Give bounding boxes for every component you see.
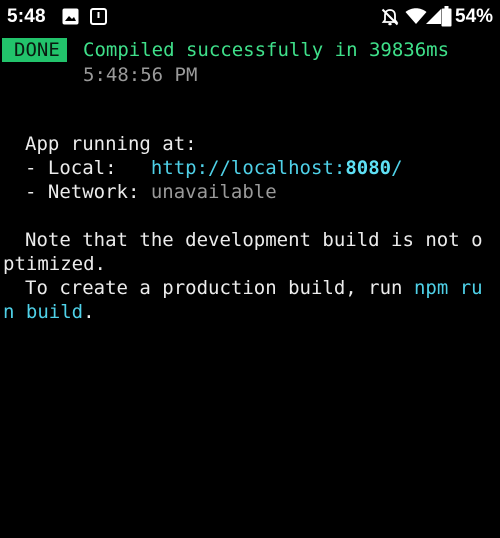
npm-run-build-command-cont: n build [3, 301, 84, 323]
notification-icon [90, 8, 107, 25]
network-address-row: - Network: unavailable [25, 180, 277, 204]
battery-percent: 54% [455, 6, 494, 27]
note-line-2: ptimized. [3, 253, 106, 275]
production-hint-line-1: To create a production build, run npm ru [25, 277, 483, 299]
terminal-output[interactable]: DONE Compiled successfully in 39836ms 5:… [0, 34, 500, 331]
done-badge: DONE [2, 38, 67, 62]
local-url[interactable]: http://localhost:8080/ [151, 157, 403, 179]
production-hint-line-2: n build. [3, 301, 95, 323]
network-value: unavailable [150, 181, 277, 203]
npm-run-build-command: npm ru [413, 277, 483, 299]
local-label: - Local: [25, 157, 151, 179]
app-running-heading: App running at: [25, 133, 197, 155]
battery-icon [441, 6, 452, 27]
wifi-icon [405, 8, 427, 24]
image-notification-icon [62, 8, 79, 25]
network-label: - Network: [25, 181, 151, 203]
compiled-message: Compiled successfully in 39836ms [83, 39, 450, 61]
mute-icon [381, 8, 399, 26]
local-port: 8080 [345, 157, 392, 179]
cell-signal-icon [426, 9, 441, 24]
compiled-time: 5:48:56 PM [83, 64, 198, 86]
note-line-1: Note that the development build is not o [25, 229, 483, 251]
local-address-row: - Local: http://localhost:8080/ [25, 156, 403, 180]
status-time: 5:48 [7, 6, 46, 27]
status-bar: 5:48 54% [0, 0, 500, 34]
